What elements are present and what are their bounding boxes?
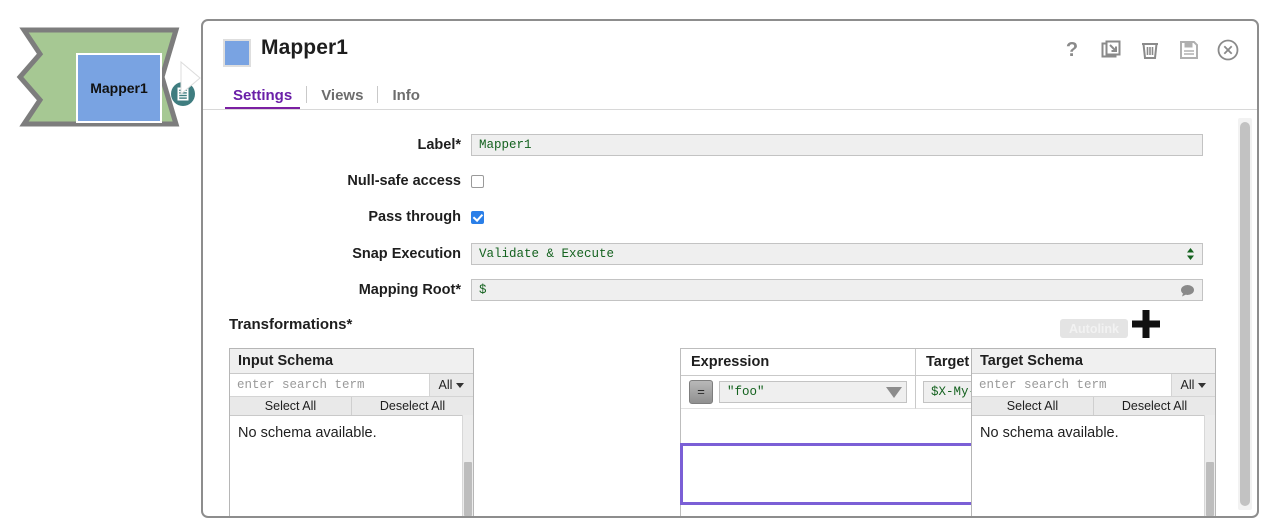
mapping-root-label: Mapping Root* — [203, 282, 471, 298]
dialog-toolbar: ? — [1057, 35, 1243, 65]
save-icon[interactable] — [1174, 35, 1204, 65]
mapper-snap-icon — [223, 39, 251, 67]
mapping-root-input[interactable]: $ — [471, 279, 1203, 301]
target-schema-title: Target Schema — [972, 349, 1215, 374]
label-field-label: Label* — [203, 137, 471, 153]
canvas-node-mapper1[interactable]: Mapper1 — [10, 24, 200, 130]
dialog-header: Mapper1 ? — [203, 21, 1257, 79]
target-schema-search-row: enter search term All — [972, 374, 1215, 397]
target-schema-search-input[interactable]: enter search term — [972, 374, 1171, 396]
spinner-updown-icon[interactable] — [1186, 247, 1195, 261]
dialog-title: Mapper1 — [261, 36, 348, 60]
chevron-down-icon — [456, 383, 464, 388]
mapping-row-expression-cell: = "foo" — [681, 376, 916, 409]
target-schema-empty-message: No schema available. — [972, 416, 1215, 441]
input-schema-filter-label: All — [439, 378, 453, 392]
target-schema-filter-label: All — [1181, 378, 1195, 392]
column-header-expression: Expression — [681, 349, 916, 376]
target-schema-panel: Target Schema enter search term All Sele… — [971, 348, 1216, 518]
form-row-label: Label* Mapper1 — [203, 132, 1257, 158]
target-schema-scrollbar[interactable] — [1204, 415, 1215, 518]
null-safe-checkbox[interactable] — [471, 175, 484, 188]
transformations-title: Transformations* — [229, 316, 352, 333]
pass-through-checkbox[interactable] — [471, 211, 484, 224]
form-row-pass-through: Pass through — [203, 204, 1257, 230]
node-label-box: Mapper1 — [76, 53, 162, 123]
dialog-scrollbar[interactable] — [1238, 118, 1252, 510]
target-schema-filter-dropdown[interactable]: All — [1171, 374, 1215, 396]
target-schema-scroll-thumb[interactable] — [1206, 462, 1214, 516]
snap-execution-label: Snap Execution — [203, 246, 471, 262]
svg-text:?: ? — [1066, 39, 1078, 61]
label-input-value: Mapper1 — [479, 138, 532, 152]
tab-info[interactable]: Info — [378, 87, 434, 109]
snap-execution-select[interactable]: Validate & Execute — [471, 243, 1203, 265]
input-schema-empty-message: No schema available. — [230, 416, 473, 441]
delete-icon[interactable] — [1135, 35, 1165, 65]
expression-mode-button[interactable]: = — [689, 380, 713, 404]
node-label: Mapper1 — [90, 80, 148, 96]
target-schema-actions: Select All Deselect All — [972, 397, 1215, 416]
expression-value: "foo" — [727, 385, 886, 399]
null-safe-label: Null-safe access — [203, 173, 471, 189]
expression-input[interactable]: "foo" — [719, 381, 907, 403]
dialog-scroll-thumb[interactable] — [1240, 122, 1250, 506]
target-schema-select-all-button[interactable]: Select All — [972, 397, 1094, 415]
target-schema-deselect-all-button[interactable]: Deselect All — [1094, 397, 1215, 415]
settings-body: Label* Mapper1 Null-safe access Pass thr… — [203, 110, 1257, 516]
form-row-snap-execution: Snap Execution Validate & Execute — [203, 241, 1257, 267]
input-schema-deselect-all-button[interactable]: Deselect All — [352, 397, 473, 415]
pass-through-label: Pass through — [203, 209, 471, 225]
form-row-mapping-root: Mapping Root* $ — [203, 277, 1257, 303]
input-schema-select-all-button[interactable]: Select All — [230, 397, 352, 415]
input-schema-actions: Select All Deselect All — [230, 397, 473, 416]
mapping-root-value: $ — [479, 283, 487, 297]
input-schema-scroll-thumb[interactable] — [464, 462, 472, 516]
tab-settings[interactable]: Settings — [219, 87, 306, 109]
tab-views[interactable]: Views — [307, 87, 377, 109]
comment-bubble-icon[interactable] — [1180, 284, 1195, 297]
label-input[interactable]: Mapper1 — [471, 134, 1203, 156]
plus-icon[interactable] — [1131, 308, 1161, 340]
form-row-null-safe: Null-safe access — [203, 168, 1257, 194]
close-icon[interactable] — [1213, 35, 1243, 65]
chevron-down-icon[interactable] — [886, 387, 902, 398]
input-schema-title: Input Schema — [230, 349, 473, 374]
restore-window-icon[interactable] — [1096, 35, 1126, 65]
input-schema-scrollbar[interactable] — [462, 415, 473, 518]
help-icon[interactable]: ? — [1057, 35, 1087, 65]
chevron-down-icon — [1198, 383, 1206, 388]
dialog-tabs: Settings Views Info — [219, 79, 434, 109]
input-schema-filter-dropdown[interactable]: All — [429, 374, 473, 396]
autolink-button[interactable]: Autolink — [1060, 319, 1128, 338]
snap-execution-value: Validate & Execute — [479, 247, 614, 261]
input-schema-search-row: enter search term All — [230, 374, 473, 397]
snap-settings-dialog: Mapper1 ? — [201, 19, 1259, 518]
input-schema-search-input[interactable]: enter search term — [230, 374, 429, 396]
input-schema-panel: Input Schema enter search term All Selec… — [229, 348, 474, 518]
